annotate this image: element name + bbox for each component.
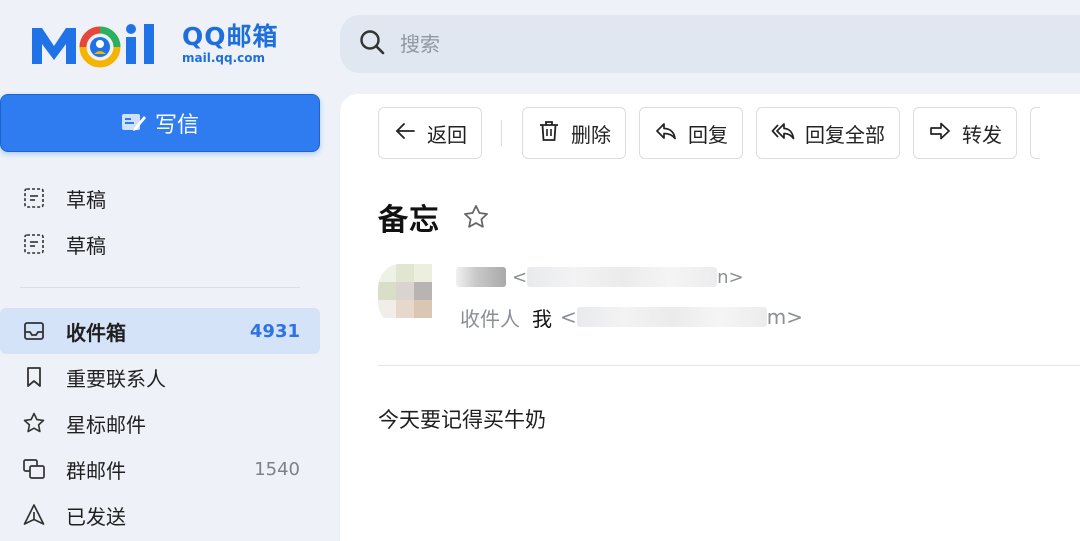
mail-body: 今天要记得买牛奶 bbox=[378, 408, 546, 432]
search-icon bbox=[358, 28, 386, 60]
from-line[interactable]: < n> bbox=[456, 264, 744, 290]
recipient-address-redacted bbox=[576, 307, 767, 327]
trash-icon bbox=[537, 119, 571, 148]
recipient-label: 收件人 bbox=[460, 306, 520, 331]
search-bar[interactable] bbox=[340, 15, 1080, 73]
reply-label: 回复 bbox=[688, 122, 728, 147]
logo-domain: mail.qq.com bbox=[182, 51, 265, 65]
sidebar-item-starred[interactable]: 星标邮件 bbox=[0, 400, 320, 446]
search-input[interactable] bbox=[400, 32, 1000, 56]
compose-label: 写信 bbox=[154, 113, 199, 138]
reply-all-button[interactable]: 回复全部 bbox=[756, 107, 900, 159]
unread-count: 4931 bbox=[249, 320, 300, 342]
reading-pane: 返回 删除 回复 回复全部 转发 备忘 < n> 收件人 我 < m> 今天要记… bbox=[340, 94, 1080, 541]
group-mail-icon bbox=[22, 457, 46, 481]
sidebar-item-label: 已发送 bbox=[66, 504, 126, 529]
to-open-bracket: < bbox=[560, 305, 577, 329]
sidebar-item-draft[interactable]: 草稿 bbox=[0, 221, 320, 267]
sidebar-item-inbox[interactable]: 收件箱 4931 bbox=[0, 308, 320, 354]
forward-button[interactable]: 转发 bbox=[913, 107, 1017, 159]
sender-block: < n> 收件人 我 < m> bbox=[378, 264, 1078, 334]
star-icon[interactable] bbox=[462, 203, 490, 231]
mail-logo-mark bbox=[30, 20, 174, 68]
logo[interactable]: QQ邮箱 mail.qq.com bbox=[30, 20, 279, 68]
draft-icon bbox=[22, 232, 46, 256]
draft-icon bbox=[22, 186, 46, 210]
avatar[interactable] bbox=[378, 264, 432, 326]
group-mail-count: 1540 bbox=[254, 458, 300, 480]
recipient-line: 收件人 我 < m> bbox=[460, 303, 804, 332]
compose-icon bbox=[121, 112, 147, 134]
reply-button[interactable]: 回复 bbox=[639, 107, 743, 159]
sidebar-item-label: 草稿 bbox=[66, 187, 106, 212]
sidebar-item-important-contacts[interactable]: 重要联系人 bbox=[0, 354, 320, 400]
back-button[interactable]: 返回 bbox=[378, 107, 482, 159]
to-address-tail: m> bbox=[766, 305, 804, 329]
header-divider bbox=[378, 365, 1080, 366]
sidebar-item-label: 重要联系人 bbox=[66, 366, 166, 391]
sidebar-item-label: 收件箱 bbox=[66, 320, 126, 345]
arrow-left-icon bbox=[393, 119, 427, 148]
sidebar-divider bbox=[20, 287, 300, 288]
forward-icon bbox=[928, 119, 962, 148]
mail-toolbar: 返回 删除 回复 回复全部 转发 bbox=[378, 107, 1040, 159]
mail-subject: 备忘 bbox=[378, 203, 440, 238]
compose-button[interactable]: 写信 bbox=[0, 94, 320, 152]
reply-all-icon bbox=[771, 119, 805, 148]
send-icon bbox=[22, 503, 46, 527]
sidebar-item-label: 星标邮件 bbox=[66, 412, 146, 437]
delete-label: 删除 bbox=[571, 122, 611, 147]
forward-label: 转发 bbox=[962, 122, 1002, 147]
sender-address-redacted bbox=[527, 267, 718, 287]
from-open-bracket: < bbox=[512, 266, 528, 288]
star-icon bbox=[22, 411, 46, 435]
inbox-icon bbox=[22, 319, 46, 343]
sidebar-item-draft[interactable]: 草稿 bbox=[0, 175, 320, 221]
sidebar-item-group-mail[interactable]: 群邮件 1540 bbox=[0, 446, 320, 492]
from-address-tail: n> bbox=[717, 266, 744, 288]
back-label: 返回 bbox=[427, 122, 467, 147]
sidebar-item-label: 草稿 bbox=[66, 233, 106, 258]
reply-all-label: 回复全部 bbox=[805, 122, 885, 147]
bookmark-icon bbox=[22, 365, 46, 389]
mail-subject-row: 备忘 bbox=[378, 195, 490, 239]
reply-icon bbox=[654, 119, 688, 148]
sidebar-nav: 草稿 草稿 收件箱 4931 重要联系人 星标邮件 群邮件 1540 已发送 bbox=[0, 175, 320, 538]
delete-button[interactable]: 删除 bbox=[522, 107, 626, 159]
sidebar-item-label: 群邮件 bbox=[66, 458, 126, 483]
toolbar-separator bbox=[501, 120, 502, 146]
logo-name: QQ邮箱 bbox=[182, 22, 279, 51]
qq-mail-app: QQ邮箱 mail.qq.com 写信 草稿 bbox=[0, 0, 1080, 541]
more-actions-button[interactable] bbox=[1030, 107, 1040, 159]
recipient-name[interactable]: 我 bbox=[532, 303, 552, 332]
sidebar-item-sent[interactable]: 已发送 bbox=[0, 492, 320, 538]
sender-name-redacted bbox=[456, 267, 506, 287]
